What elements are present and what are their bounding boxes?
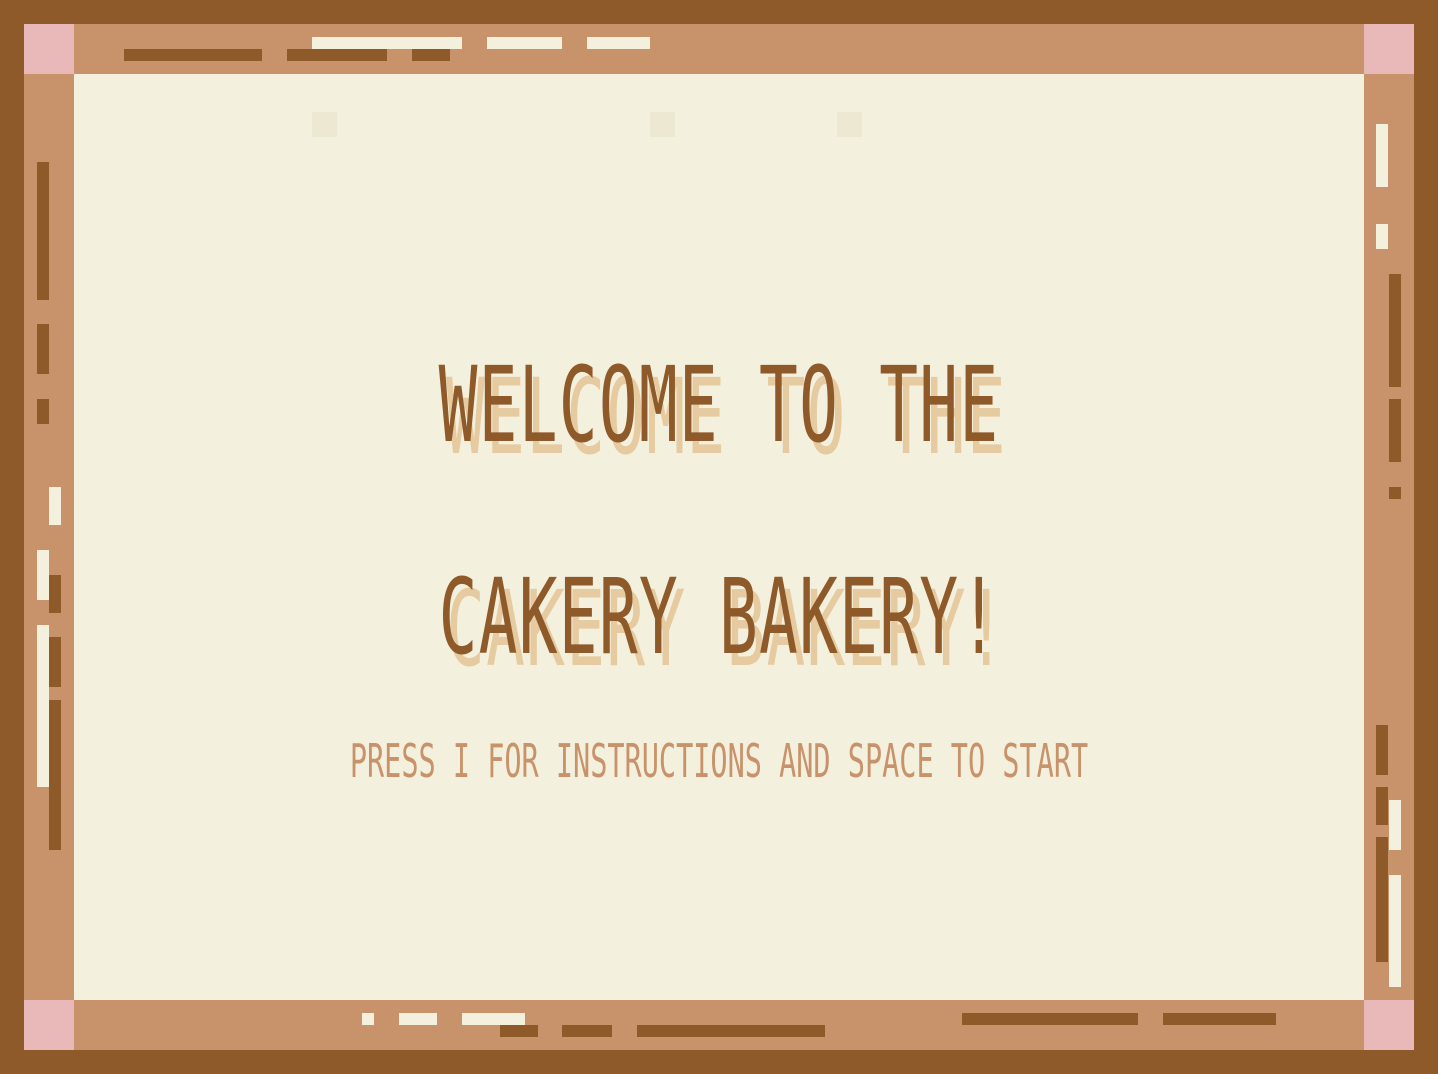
title-line-2: CAKERY BAKERY!	[438, 556, 1000, 678]
corner-top-left	[24, 24, 74, 74]
wood-grain	[1389, 274, 1401, 387]
wood-highlight	[312, 37, 462, 49]
wood-highlight	[1376, 224, 1388, 249]
wood-grain	[37, 162, 49, 300]
wood-grain	[1163, 1013, 1276, 1025]
wood-grain	[49, 637, 61, 687]
start-prompt: PRESS I FOR INSTRUCTIONS AND SPACE TO ST…	[349, 734, 1089, 788]
wood-grain	[1376, 725, 1388, 775]
wood-grain	[49, 700, 61, 850]
wood-grain	[412, 49, 450, 61]
wood-grain	[37, 324, 49, 374]
panel-speck	[650, 112, 675, 137]
corner-top-right	[1364, 24, 1414, 74]
wood-highlight	[1389, 875, 1401, 987]
wood-highlight	[587, 37, 650, 49]
wood-grain	[962, 1013, 1138, 1025]
wood-grain	[562, 1025, 612, 1037]
wood-highlight	[399, 1013, 437, 1025]
panel-speck	[837, 112, 862, 137]
title-line-1: WELCOME TO THE	[438, 344, 1000, 466]
corner-bottom-left	[24, 1000, 74, 1050]
wood-highlight	[462, 1013, 525, 1025]
wood-highlight	[49, 487, 61, 525]
wood-highlight	[37, 550, 49, 600]
wood-grain	[637, 1025, 825, 1037]
wood-grain	[500, 1025, 538, 1037]
wood-highlight	[1389, 800, 1401, 850]
wood-highlight	[37, 625, 49, 787]
wood-highlight	[1376, 124, 1388, 187]
wood-grain	[1389, 399, 1401, 462]
wood-highlight	[362, 1013, 374, 1025]
title-panel: WELCOME TO THE CAKERY BAKERY! PRESS I FO…	[74, 74, 1364, 1000]
wood-grain	[1389, 487, 1401, 499]
wood-grain	[124, 49, 262, 61]
wood-grain	[1376, 787, 1388, 825]
wood-grain	[1376, 837, 1388, 962]
wood-highlight	[487, 37, 562, 49]
wood-grain	[287, 49, 387, 61]
panel-speck	[312, 112, 337, 137]
wood-grain	[37, 399, 49, 424]
wood-grain	[49, 575, 61, 613]
corner-bottom-right	[1364, 1000, 1414, 1050]
